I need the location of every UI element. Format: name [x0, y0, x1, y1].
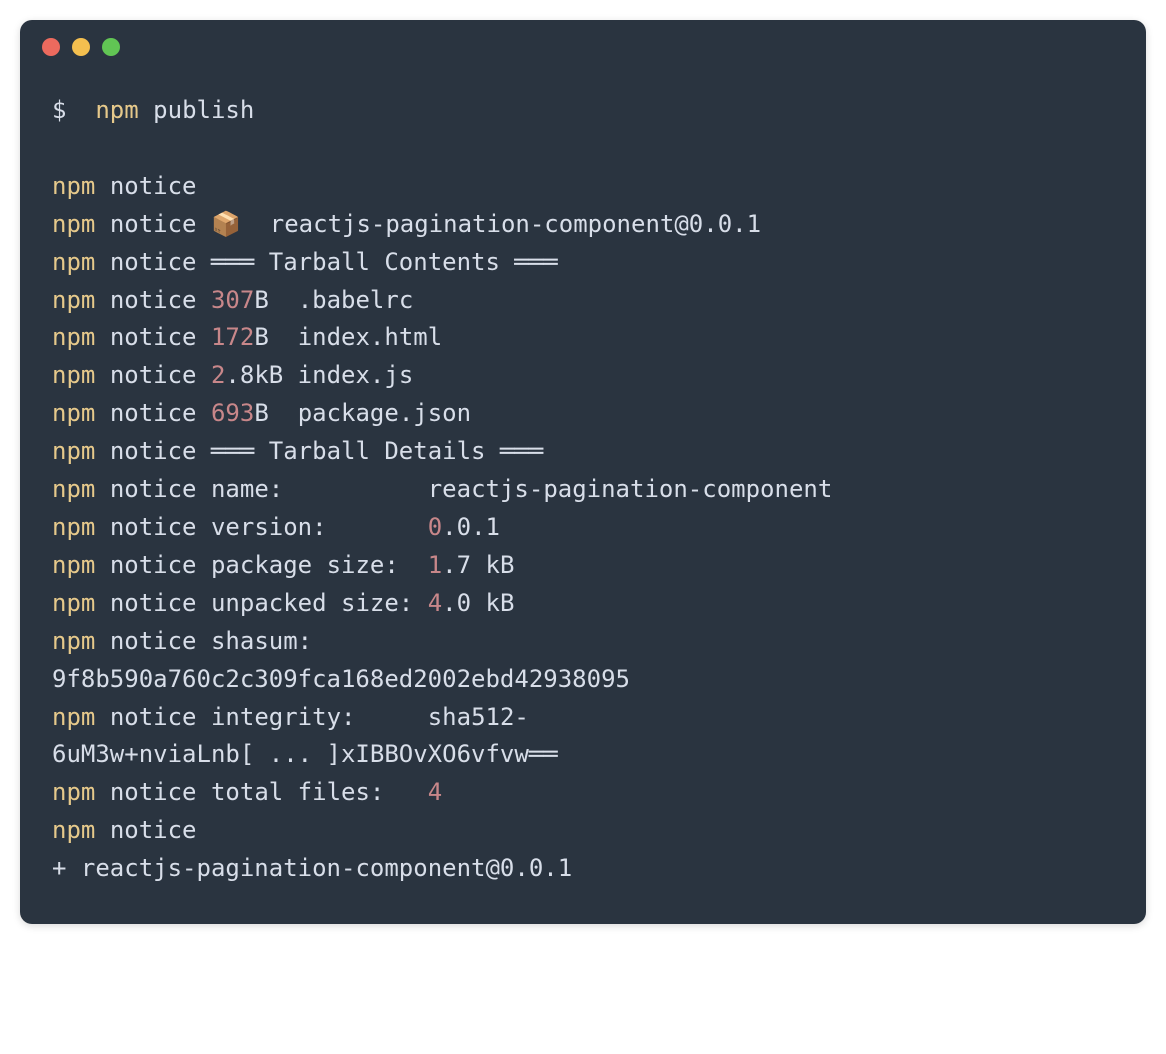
notice-word: notice [110, 172, 197, 200]
npm-prefix: npm [52, 286, 95, 314]
package-icon: 📦 [211, 210, 241, 238]
file-size-num: 172 [211, 323, 254, 351]
file-name: package.json [298, 399, 471, 427]
detail-integrity-label: integrity: [211, 703, 356, 731]
terminal-output[interactable]: $ npm publish npm notice npm notice 📦 re… [20, 64, 1146, 924]
notice-word: notice [110, 361, 197, 389]
detail-integrity-prefix: sha512- [428, 703, 529, 731]
notice-word: notice [110, 323, 197, 351]
command-npm: npm [95, 96, 138, 124]
notice-word: notice [110, 399, 197, 427]
blank-line [52, 130, 1114, 168]
detail-version-num: 0 [428, 513, 442, 541]
notice-word: notice [110, 551, 197, 579]
section-tarball-contents: ═══ Tarball Contents ═══ [211, 248, 558, 276]
npm-prefix: npm [52, 399, 95, 427]
prompt-symbol: $ [52, 96, 66, 124]
detail-integrity-value: 6uM3w+nviaLnb[ ... ]xIBBOvXO6vfvw══ [52, 740, 558, 768]
file-name: .babelrc [298, 286, 414, 314]
npm-prefix: npm [52, 361, 95, 389]
detail-pkgsize-label: package size: [211, 551, 399, 579]
file-name: index.js [298, 361, 414, 389]
npm-prefix: npm [52, 248, 95, 276]
file-size-num: 2 [211, 361, 225, 389]
command-arg: publish [153, 96, 254, 124]
notice-word: notice [110, 475, 197, 503]
notice-word: notice [110, 513, 197, 541]
maximize-icon[interactable] [102, 38, 120, 56]
notice-word: notice [110, 703, 197, 731]
file-size-dec: .8kB [225, 361, 283, 389]
close-icon[interactable] [42, 38, 60, 56]
file-size-unit: B [254, 399, 268, 427]
notice-word: notice [110, 589, 197, 617]
package-name-version: reactjs-pagination-component@0.0.1 [270, 210, 761, 238]
notice-word: notice [110, 778, 197, 806]
file-size-unit: B [254, 323, 268, 351]
npm-prefix: npm [52, 323, 95, 351]
detail-total-label: total files: [211, 778, 384, 806]
npm-prefix: npm [52, 816, 95, 844]
minimize-icon[interactable] [72, 38, 90, 56]
detail-name-label: name: [211, 475, 283, 503]
npm-prefix: npm [52, 778, 95, 806]
notice-word: notice [110, 248, 197, 276]
detail-shasum-label: shasum: [211, 627, 312, 655]
file-name: index.html [298, 323, 443, 351]
publish-plus: + [52, 854, 66, 882]
detail-version-rest: .0.1 [442, 513, 500, 541]
detail-total-value: 4 [428, 778, 442, 806]
notice-word: notice [110, 627, 197, 655]
detail-version-label: version: [211, 513, 327, 541]
npm-prefix: npm [52, 172, 95, 200]
detail-unpacked-num: 4 [428, 589, 442, 617]
section-tarball-details: ═══ Tarball Details ═══ [211, 437, 543, 465]
npm-prefix: npm [52, 437, 95, 465]
file-size-unit: B [254, 286, 268, 314]
npm-prefix: npm [52, 589, 95, 617]
detail-pkgsize-num: 1 [428, 551, 442, 579]
npm-prefix: npm [52, 703, 95, 731]
detail-pkgsize-rest: .7 kB [442, 551, 514, 579]
file-size-num: 307 [211, 286, 254, 314]
terminal-window: $ npm publish npm notice npm notice 📦 re… [20, 20, 1146, 924]
notice-word: notice [110, 816, 197, 844]
npm-prefix: npm [52, 551, 95, 579]
npm-prefix: npm [52, 475, 95, 503]
file-size-num: 693 [211, 399, 254, 427]
detail-unpacked-label: unpacked size: [211, 589, 413, 617]
detail-name-value: reactjs-pagination-component [428, 475, 833, 503]
window-titlebar [20, 20, 1146, 64]
notice-word: notice [110, 437, 197, 465]
detail-unpacked-rest: .0 kB [442, 589, 514, 617]
npm-prefix: npm [52, 513, 95, 541]
notice-word: notice [110, 210, 197, 238]
npm-prefix: npm [52, 210, 95, 238]
published-package: reactjs-pagination-component@0.0.1 [81, 854, 572, 882]
detail-shasum-value: 9f8b590a760c2c309fca168ed2002ebd42938095 [52, 665, 630, 693]
notice-word: notice [110, 286, 197, 314]
npm-prefix: npm [52, 627, 95, 655]
